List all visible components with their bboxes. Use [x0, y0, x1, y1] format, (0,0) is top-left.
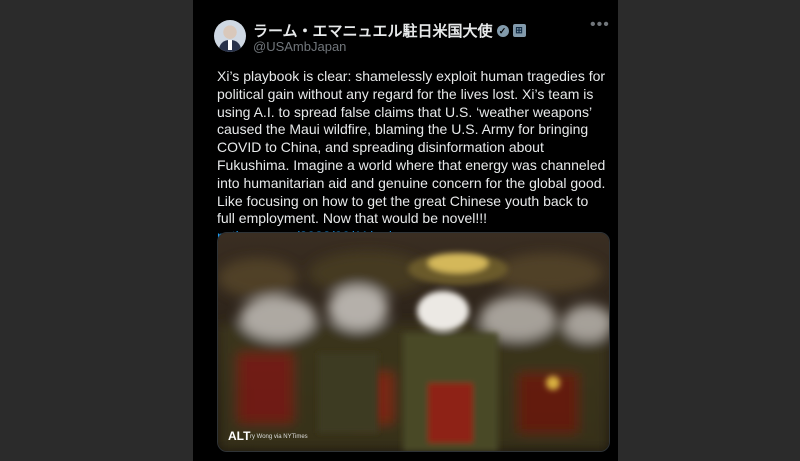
alt-text-badge[interactable]: ALT	[228, 429, 250, 443]
avatar[interactable]	[214, 20, 246, 52]
author-name-row[interactable]: ラーム・エマニュエル駐日米国大使 ✓ ⊞	[253, 20, 526, 41]
soldiers-photo	[218, 233, 609, 451]
avatar-shirt	[228, 40, 232, 50]
author-handle[interactable]: @USAmbJapan	[253, 39, 346, 54]
tweet-text: Xi’s playbook is clear: shamelessly expl…	[217, 68, 606, 227]
more-options-icon[interactable]: •••	[590, 16, 610, 34]
author-display-name[interactable]: ラーム・エマニュエル駐日米国大使	[253, 20, 493, 41]
verified-badge-icon: ✓	[496, 24, 509, 37]
government-badge-icon: ⊞	[512, 24, 526, 37]
tweet-image[interactable]	[217, 232, 610, 452]
tweet-body: Xi’s playbook is clear: shamelessly expl…	[217, 68, 609, 246]
image-credit: ry Wong via NYTimes	[250, 434, 308, 440]
